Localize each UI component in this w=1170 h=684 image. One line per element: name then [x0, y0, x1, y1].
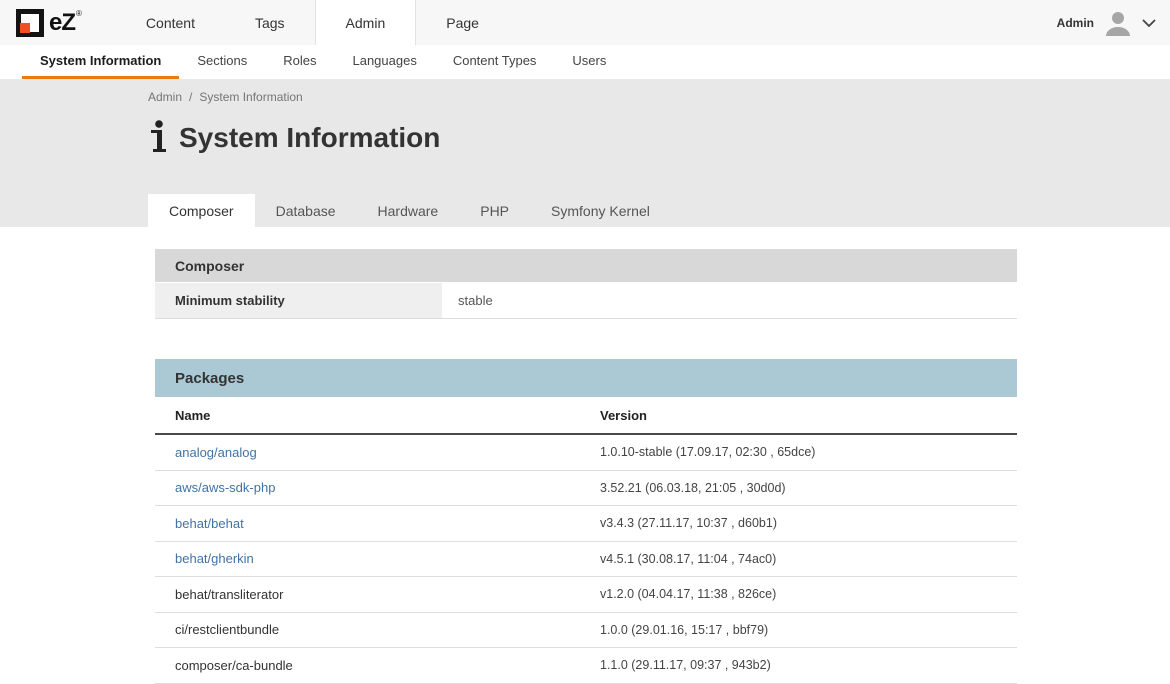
package-name[interactable]: aws/aws-sdk-php: [175, 480, 275, 495]
tab-label: Database: [276, 203, 336, 219]
sub-nav-item[interactable]: Content Types: [435, 45, 555, 79]
user-name: Admin: [1057, 16, 1094, 30]
column-header-name: Name: [155, 408, 600, 423]
packages-rows: analog/analog 1.0.10-stable (17.09.17, 0…: [155, 435, 1017, 684]
package-name[interactable]: analog/analog: [175, 445, 257, 460]
composer-row: Minimum stability stable: [155, 283, 1017, 319]
registered-mark: ®: [76, 9, 82, 18]
package-name[interactable]: behat/gherkin: [175, 551, 254, 566]
package-version: v3.4.3 (27.11.17, 10:37 , d60b1): [600, 516, 1017, 530]
packages-table: Packages Name Version analog/analog 1.0.…: [155, 359, 1017, 684]
breadcrumb-separator: /: [189, 90, 192, 104]
package-row: behat/transliterator v1.2.0 (04.04.17, 1…: [155, 577, 1017, 613]
top-nav: Content Tags Admin Page: [116, 0, 509, 45]
top-nav-item-label: Page: [446, 15, 479, 31]
package-version: 1.0.0 (29.01.16, 15:17 , bbf79): [600, 623, 1017, 637]
sub-nav-item-label: Content Types: [453, 53, 537, 68]
sub-nav-item[interactable]: Users: [554, 45, 624, 79]
package-version: v1.2.0 (04.04.17, 11:38 , 826ce): [600, 587, 1017, 601]
app-window: eZ ® Content Tags Admin Page: [0, 0, 1170, 684]
page-header-band: Admin / System Information System Inform…: [0, 79, 1170, 227]
tab[interactable]: PHP: [459, 194, 530, 227]
sub-nav-item-label: System Information: [40, 53, 161, 68]
sub-nav-item-label: Sections: [197, 53, 247, 68]
sub-nav-item[interactable]: Sections: [179, 45, 265, 79]
package-row: analog/analog 1.0.10-stable (17.09.17, 0…: [155, 435, 1017, 471]
sub-nav-item[interactable]: Languages: [334, 45, 434, 79]
top-nav-item-label: Content: [146, 15, 195, 31]
ez-logo-icon: [16, 9, 44, 37]
sub-nav-item-label: Roles: [283, 53, 316, 68]
chevron-down-icon: [1142, 19, 1156, 27]
package-name: behat/transliterator: [175, 587, 283, 602]
package-row: ci/restclientbundle 1.0.0 (29.01.16, 15:…: [155, 613, 1017, 649]
page-title-row: System Information: [148, 120, 1170, 154]
tab-label: Composer: [169, 203, 234, 219]
top-nav-item-label: Tags: [255, 15, 285, 31]
top-nav-item-label: Admin: [346, 15, 386, 31]
package-version: v4.5.1 (30.08.17, 11:04 , 74ac0): [600, 552, 1017, 566]
tab[interactable]: Database: [255, 194, 357, 227]
user-menu[interactable]: Admin: [1057, 0, 1170, 45]
tab[interactable]: Composer: [148, 194, 255, 227]
breadcrumb-admin[interactable]: Admin: [148, 90, 182, 104]
package-row: behat/behat v3.4.3 (27.11.17, 10:37 , d6…: [155, 506, 1017, 542]
tab-label: PHP: [480, 203, 509, 219]
sub-nav-item-label: Languages: [352, 53, 416, 68]
tab[interactable]: Symfony Kernel: [530, 194, 671, 227]
page-title: System Information: [179, 123, 440, 154]
breadcrumb: Admin / System Information: [0, 79, 1170, 104]
system-information-icon: [148, 120, 168, 154]
package-row: aws/aws-sdk-php 3.52.21 (06.03.18, 21:05…: [155, 471, 1017, 507]
composer-table: Composer Minimum stability stable: [155, 249, 1017, 319]
package-name: composer/ca-bundle: [175, 658, 293, 673]
sub-nav-item[interactable]: Roles: [265, 45, 334, 79]
top-nav-item[interactable]: Page: [416, 0, 509, 45]
packages-table-title: Packages: [155, 359, 1017, 397]
composer-row-value: stable: [442, 283, 1017, 318]
tab-label: Hardware: [378, 203, 439, 219]
composer-table-title: Composer: [155, 249, 1017, 282]
sub-nav-item-label: Users: [572, 53, 606, 68]
package-version: 1.1.0 (29.11.17, 09:37 , 943b2): [600, 658, 1017, 672]
tab-label: Symfony Kernel: [551, 203, 650, 219]
package-name: ci/restclientbundle: [175, 622, 279, 637]
package-name[interactable]: behat/behat: [175, 516, 244, 531]
package-version: 1.0.10-stable (17.09.17, 02:30 , 65dce): [600, 445, 1017, 459]
ez-logo-text: eZ: [49, 11, 75, 35]
system-info-tabs: Composer Database Hardware PHP Symfony K…: [148, 194, 671, 227]
topbar: eZ ® Content Tags Admin Page: [0, 0, 1170, 45]
top-nav-item[interactable]: Tags: [225, 0, 315, 45]
tab[interactable]: Hardware: [357, 194, 460, 227]
composer-row-label: Minimum stability: [155, 283, 442, 318]
package-version: 3.52.21 (06.03.18, 21:05 , 30d0d): [600, 481, 1017, 495]
sub-nav-item[interactable]: System Information: [22, 45, 179, 79]
ez-logo[interactable]: eZ ®: [0, 0, 98, 45]
main-content: Composer Minimum stability stable Packag…: [0, 227, 1170, 684]
top-nav-item[interactable]: Admin: [315, 0, 417, 45]
package-row: behat/gherkin v4.5.1 (30.08.17, 11:04 , …: [155, 542, 1017, 578]
breadcrumb-current: System Information: [199, 90, 302, 104]
ez-logo-orange-square: [20, 23, 30, 33]
package-row: composer/ca-bundle 1.1.0 (29.11.17, 09:3…: [155, 648, 1017, 684]
packages-column-headers: Name Version: [155, 397, 1017, 435]
top-nav-item[interactable]: Content: [116, 0, 225, 45]
column-header-version: Version: [600, 408, 1017, 423]
admin-sub-nav: System Information Sections Roles Langua…: [0, 45, 1170, 79]
avatar: [1103, 8, 1133, 38]
